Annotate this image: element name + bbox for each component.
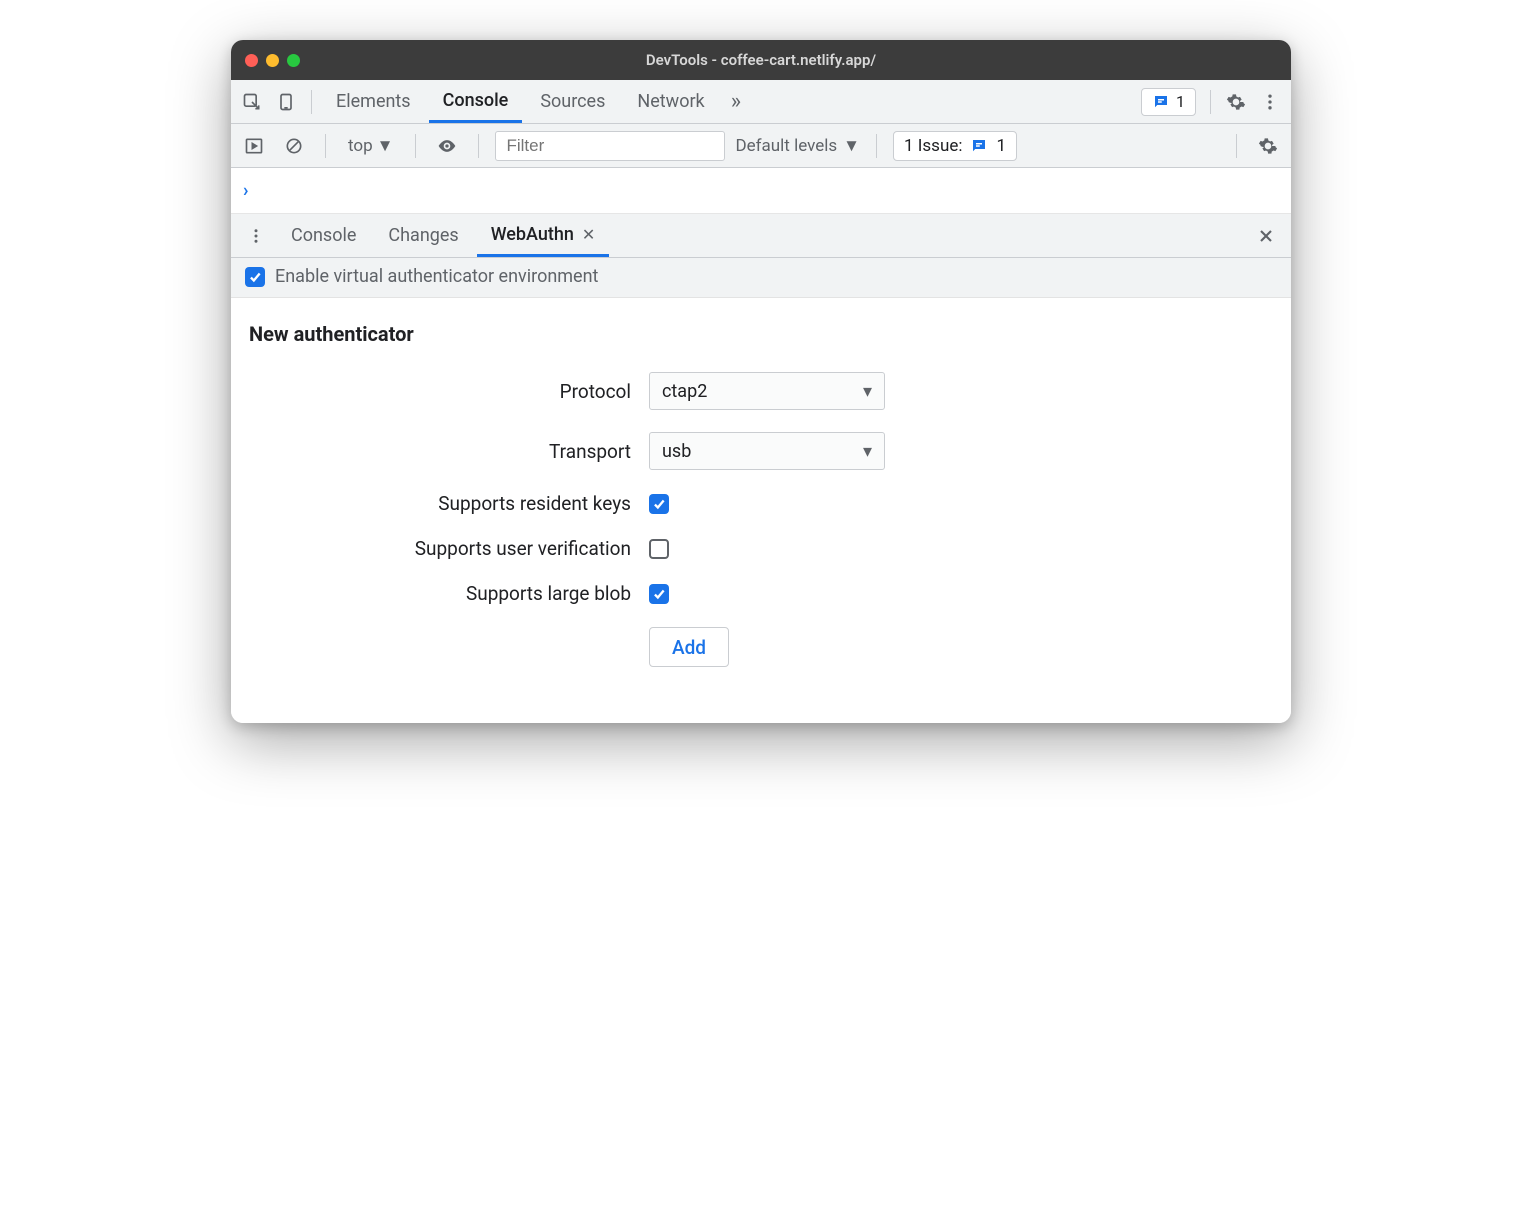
enable-label: Enable virtual authenticator environment xyxy=(275,266,598,287)
chevron-down-icon: ▾ xyxy=(863,441,872,462)
resident-keys-checkbox[interactable] xyxy=(649,494,669,514)
protocol-row: Protocol ctap2 ▾ xyxy=(249,372,1273,410)
settings-icon[interactable] xyxy=(1221,87,1251,117)
console-settings-icon[interactable] xyxy=(1253,131,1283,161)
live-expression-icon[interactable] xyxy=(432,131,462,161)
devtools-window: DevTools - coffee-cart.netlify.app/ Elem… xyxy=(231,40,1291,723)
resident-keys-label: Supports resident keys xyxy=(249,492,649,515)
issues-badge-count: 1 xyxy=(1176,92,1185,111)
transport-row: Transport usb ▾ xyxy=(249,432,1273,470)
transport-label: Transport xyxy=(249,440,649,463)
levels-label: Default levels xyxy=(735,136,837,156)
separator xyxy=(311,90,312,114)
console-sidebar-toggle-icon[interactable] xyxy=(239,131,269,161)
issues-pill[interactable]: 1 Issue: 1 xyxy=(893,131,1017,161)
transport-value: usb xyxy=(662,441,691,462)
separator xyxy=(1236,134,1237,158)
more-menu-icon[interactable] xyxy=(1255,87,1285,117)
console-body[interactable]: › xyxy=(231,168,1291,214)
tab-network[interactable]: Network xyxy=(623,80,718,123)
separator xyxy=(478,134,479,158)
drawer-close-icon[interactable] xyxy=(1249,219,1283,253)
drawer-more-icon[interactable] xyxy=(239,227,273,245)
resident-keys-row: Supports resident keys xyxy=(249,492,1273,515)
chevron-down-icon: ▼ xyxy=(843,136,860,156)
log-levels-selector[interactable]: Default levels ▼ xyxy=(735,136,860,156)
new-authenticator-form: New authenticator Protocol ctap2 ▾ Trans… xyxy=(231,298,1291,723)
issues-pill-count: 1 xyxy=(996,136,1006,156)
protocol-label: Protocol xyxy=(249,380,649,403)
drawer-tab-webauthn-label: WebAuthn xyxy=(491,224,574,245)
filter-input[interactable] xyxy=(495,131,725,161)
inspect-element-icon[interactable] xyxy=(237,87,267,117)
large-blob-label: Supports large blob xyxy=(249,582,649,605)
titlebar: DevTools - coffee-cart.netlify.app/ xyxy=(231,40,1291,80)
user-verification-row: Supports user verification xyxy=(249,537,1273,560)
enable-checkbox[interactable] xyxy=(245,267,265,287)
minimize-window-button[interactable] xyxy=(266,54,279,67)
enable-virtual-authenticator-row: Enable virtual authenticator environment xyxy=(231,258,1291,298)
console-toolbar: top ▼ Default levels ▼ 1 Issue: 1 xyxy=(231,124,1291,168)
separator xyxy=(876,134,877,158)
protocol-value: ctap2 xyxy=(662,381,707,402)
drawer-tab-changes[interactable]: Changes xyxy=(374,214,472,257)
close-window-button[interactable] xyxy=(245,54,258,67)
tab-elements[interactable]: Elements xyxy=(322,80,425,123)
execution-context-selector[interactable]: top ▼ xyxy=(342,136,399,156)
user-verification-checkbox[interactable] xyxy=(649,539,669,559)
drawer-tab-console[interactable]: Console xyxy=(277,214,370,257)
chevron-down-icon: ▼ xyxy=(377,136,394,156)
clear-console-icon[interactable] xyxy=(279,131,309,161)
context-value: top xyxy=(348,136,373,156)
drawer-tabstrip: Console Changes WebAuthn ✕ xyxy=(231,214,1291,258)
separator xyxy=(415,134,416,158)
separator xyxy=(1210,90,1211,114)
add-row: Add xyxy=(249,627,1273,667)
user-verification-label: Supports user verification xyxy=(249,537,649,560)
protocol-select[interactable]: ctap2 ▾ xyxy=(649,372,885,410)
form-title: New authenticator xyxy=(249,322,1273,346)
main-tabstrip: Elements Console Sources Network » 1 xyxy=(231,80,1291,124)
issues-pill-label: 1 Issue: xyxy=(904,136,962,156)
issues-badge[interactable]: 1 xyxy=(1141,88,1196,116)
large-blob-checkbox[interactable] xyxy=(649,584,669,604)
large-blob-row: Supports large blob xyxy=(249,582,1273,605)
prompt-caret-icon: › xyxy=(243,180,248,201)
separator xyxy=(325,134,326,158)
tab-sources[interactable]: Sources xyxy=(526,80,619,123)
add-button[interactable]: Add xyxy=(649,627,729,667)
tabs-overflow-button[interactable]: » xyxy=(723,80,749,123)
device-toolbar-icon[interactable] xyxy=(271,87,301,117)
close-icon[interactable]: ✕ xyxy=(582,225,595,244)
transport-select[interactable]: usb ▾ xyxy=(649,432,885,470)
zoom-window-button[interactable] xyxy=(287,54,300,67)
window-title: DevTools - coffee-cart.netlify.app/ xyxy=(231,51,1291,69)
window-controls xyxy=(245,54,300,67)
drawer-tab-webauthn[interactable]: WebAuthn ✕ xyxy=(477,214,610,257)
tab-console[interactable]: Console xyxy=(429,80,523,123)
chevron-down-icon: ▾ xyxy=(863,381,872,402)
